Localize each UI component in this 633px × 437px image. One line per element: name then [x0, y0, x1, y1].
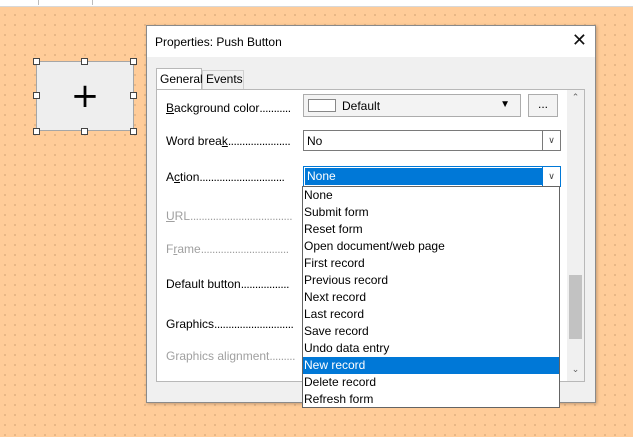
- label-leader: ............................: [214, 317, 294, 331]
- background-color-label: Background color...........: [166, 101, 291, 115]
- url-label: URL....................................: [166, 209, 293, 223]
- dropdown-option[interactable]: Refresh form: [303, 391, 559, 408]
- label-leader: .................: [240, 277, 290, 291]
- resize-handle-nw[interactable]: [33, 58, 40, 65]
- dropdown-option[interactable]: Last record: [303, 306, 559, 323]
- word-break-select[interactable]: No ∨: [303, 130, 561, 151]
- dropdown-option[interactable]: None: [303, 187, 559, 204]
- dropdown-option[interactable]: Undo data entry: [303, 340, 559, 357]
- frame-label: Frame...............................: [166, 242, 289, 256]
- color-swatch: [308, 99, 336, 112]
- dropdown-option[interactable]: Open document/web page: [303, 238, 559, 255]
- tab-events[interactable]: Events: [202, 70, 244, 89]
- label-text: Graphics: [166, 317, 215, 331]
- dropdown-option[interactable]: Submit form: [303, 204, 559, 221]
- dropdown-option-highlighted[interactable]: New record: [303, 357, 559, 374]
- label-text: RL: [174, 209, 191, 223]
- label-text: A: [166, 170, 175, 184]
- tab-events-label: Events: [206, 72, 243, 86]
- tab-general-label: General: [160, 72, 203, 86]
- background-color-browse-button[interactable]: ...: [528, 94, 558, 117]
- action-label: Action..............................: [166, 170, 285, 184]
- label-leader: ...........: [259, 101, 291, 115]
- resize-handle-e[interactable]: [130, 92, 137, 99]
- dropdown-option[interactable]: Next record: [303, 289, 559, 306]
- resize-handle-w[interactable]: [33, 92, 40, 99]
- dropdown-option[interactable]: Previous record: [303, 272, 559, 289]
- chevron-down-icon[interactable]: ∨: [542, 131, 560, 150]
- canvas-push-button[interactable]: +: [36, 61, 134, 131]
- panel-scrollbar[interactable]: ⌃ ⌄: [567, 90, 584, 381]
- dropdown-option[interactable]: Reset form: [303, 221, 559, 238]
- resize-handle-sw[interactable]: [33, 128, 40, 135]
- dropdown-option[interactable]: First record: [303, 255, 559, 272]
- label-accelerator: U: [166, 209, 175, 223]
- label-text: ackground color: [174, 101, 260, 115]
- dropdown-option[interactable]: Save record: [303, 323, 559, 340]
- resize-handle-s[interactable]: [81, 128, 88, 135]
- label-leader: .........: [269, 349, 295, 363]
- chevron-down-icon[interactable]: ∨: [542, 167, 560, 186]
- toolbar-strip: [0, 0, 633, 7]
- background-color-value: Default: [342, 99, 381, 113]
- scroll-down-icon[interactable]: ⌄: [567, 364, 584, 378]
- label-text: tion: [180, 170, 200, 184]
- resize-handle-n[interactable]: [81, 58, 88, 65]
- toolbar-divider: [92, 0, 93, 5]
- scrollbar-thumb[interactable]: [569, 275, 582, 339]
- action-select[interactable]: None ∨: [303, 166, 561, 187]
- label-text: ame: [177, 242, 201, 256]
- dropdown-option[interactable]: Delete record: [303, 374, 559, 391]
- label-accelerator: B: [166, 101, 175, 115]
- dropdown-arrow-icon: ▼: [500, 99, 510, 110]
- label-leader: ..............................: [199, 170, 285, 184]
- toolbar-divider: [38, 0, 39, 5]
- label-text: Graphics alignment: [166, 349, 270, 363]
- word-break-label: Word break......................: [166, 134, 291, 148]
- scroll-up-icon[interactable]: ⌃: [567, 92, 584, 106]
- graphics-label: Graphics............................: [166, 317, 294, 331]
- resize-handle-se[interactable]: [130, 128, 137, 135]
- dialog-title: Properties: Push Button: [155, 35, 282, 49]
- action-value: None: [305, 168, 543, 185]
- action-dropdown-list: None Submit form Reset form Open documen…: [302, 186, 560, 408]
- dialog-titlebar[interactable]: Properties: Push Button ✕: [147, 26, 595, 57]
- tab-general[interactable]: General: [156, 68, 203, 90]
- plus-icon: +: [70, 76, 100, 116]
- default-button-label: Default button.................: [166, 277, 289, 291]
- graphics-alignment-label: Graphics alignment.........: [166, 349, 295, 363]
- background-color-dropdown[interactable]: Default ▼: [303, 94, 521, 117]
- label-leader: ......................: [227, 134, 291, 148]
- label-text: Word brea: [166, 134, 222, 148]
- label-text: Default button: [166, 277, 241, 291]
- label-leader: ....................................: [190, 209, 293, 223]
- close-icon[interactable]: ✕: [572, 30, 587, 51]
- word-break-value: No: [307, 134, 323, 148]
- label-leader: ...............................: [200, 242, 289, 256]
- resize-handle-ne[interactable]: [130, 58, 137, 65]
